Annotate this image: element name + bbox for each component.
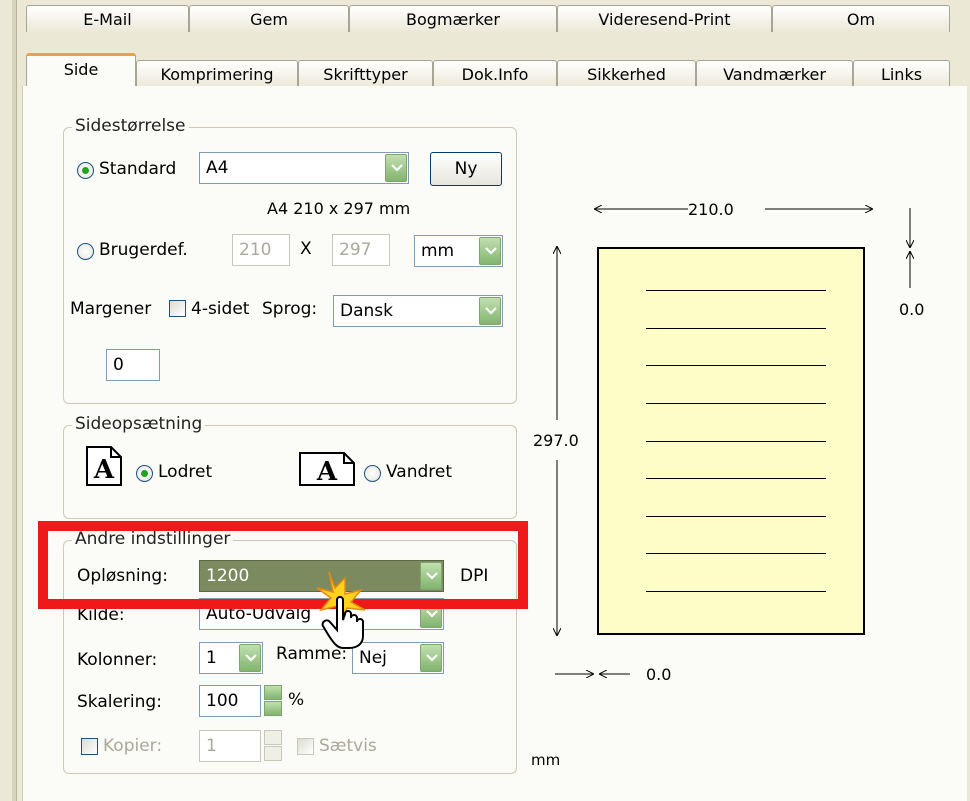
skalering-input[interactable]: 100 (199, 685, 261, 717)
radio-selected-dot (141, 470, 148, 477)
spin-up-button[interactable] (264, 730, 282, 745)
tab-om[interactable]: Om (772, 5, 950, 32)
svg-text:A: A (93, 455, 115, 485)
checkbox-saetvis[interactable] (297, 738, 314, 755)
skalering-spinner[interactable] (264, 685, 282, 717)
chevron-down-icon (391, 164, 403, 172)
top-margin-label: 0.0 (899, 300, 925, 319)
spin-down-button[interactable] (264, 701, 282, 716)
tab-videresend-print[interactable]: Videresend-Print (557, 5, 772, 32)
dropdown-button[interactable] (479, 237, 501, 265)
tab-gem[interactable]: Gem (189, 5, 349, 32)
sprog-label: Sprog: (262, 299, 318, 319)
page-height-label: 297.0 (533, 431, 579, 450)
highlight-box (38, 521, 528, 609)
unit-select[interactable]: mm (414, 235, 503, 267)
kopier-spinner[interactable] (264, 730, 282, 762)
page-width-label: 210.0 (688, 200, 734, 219)
4-sidet-label: 4-sidet (191, 299, 250, 319)
unit-value: mm (421, 241, 455, 261)
text-line (646, 478, 826, 479)
tab-side[interactable]: Side (26, 53, 136, 86)
ny-button[interactable]: Ny (430, 152, 502, 186)
hand-cursor-icon (316, 571, 366, 649)
chevron-down-icon (245, 654, 257, 662)
tab-sikkerhed[interactable]: Sikkerhed (557, 60, 696, 87)
margener-label: Margener (70, 299, 152, 319)
chevron-down-icon (426, 654, 438, 662)
kolonner-select[interactable]: 1 (199, 642, 263, 674)
vandret-label: Vandret (386, 462, 453, 482)
dropdown-button[interactable] (479, 297, 501, 325)
landscape-page-icon: A (299, 452, 355, 487)
text-line (646, 290, 826, 291)
radio-lodret[interactable] (136, 465, 153, 482)
group-legend: Sideopsætning (72, 414, 206, 434)
custom-height-input[interactable]: 297 (332, 234, 390, 266)
radio-standard[interactable] (77, 162, 94, 179)
portrait-page-icon: A (86, 446, 122, 486)
text-line (646, 365, 826, 366)
dropdown-button[interactable] (420, 644, 442, 672)
saetvis-label: Sætvis (319, 736, 377, 756)
text-line (646, 403, 826, 404)
x-label: X (300, 239, 312, 259)
text-line (646, 516, 826, 517)
tab-email[interactable]: E-Mail (26, 5, 189, 32)
kolonner-label: Kolonner: (77, 650, 158, 670)
tab-dok-info[interactable]: Dok.Info (433, 60, 557, 87)
radio-selected-dot (82, 167, 89, 174)
dropdown-button[interactable] (385, 154, 407, 182)
chevron-down-icon (426, 610, 438, 618)
radio-vandret[interactable] (364, 465, 381, 482)
tab-skrifttyper[interactable]: Skrifttyper (298, 60, 433, 87)
lodret-label: Lodret (158, 462, 213, 482)
sprog-select[interactable]: Dansk (333, 295, 503, 327)
kolonner-value: 1 (206, 648, 217, 668)
page-preview (597, 247, 865, 635)
custom-width-input[interactable]: 210 (232, 234, 290, 266)
group-legend: Sidestørrelse (72, 116, 189, 136)
text-line (646, 441, 826, 442)
skalering-label: Skalering: (77, 692, 162, 712)
chevron-down-icon (485, 247, 497, 255)
brugerdef-label: Brugerdef. (99, 240, 188, 260)
kopier-label: Kopier: (103, 736, 163, 756)
text-line (646, 553, 826, 554)
window-left-frame (12, 0, 17, 801)
percent-label: % (288, 690, 305, 710)
kopier-input[interactable]: 1 (199, 730, 261, 762)
dropdown-button[interactable] (239, 644, 261, 672)
text-line (646, 591, 826, 592)
chevron-down-icon (485, 307, 497, 315)
tab-komprimering[interactable]: Komprimering (136, 60, 298, 87)
unit-label: mm (531, 751, 561, 769)
sprog-value: Dansk (340, 301, 393, 321)
left-margin-label: 0.0 (646, 665, 672, 684)
tab-bogmaerker[interactable]: Bogmærker (349, 5, 557, 32)
spin-up-button[interactable] (264, 685, 282, 700)
svg-text:A: A (316, 457, 338, 487)
tab-vandmaerker[interactable]: Vandmærker (696, 60, 853, 87)
text-line (646, 328, 826, 329)
standard-label: Standard (99, 159, 177, 179)
checkbox-4-sidet[interactable] (169, 300, 186, 317)
checkbox-kopier[interactable] (81, 738, 98, 755)
spin-down-button[interactable] (264, 746, 282, 761)
size-info-text: A4 210 x 297 mm (267, 199, 411, 218)
radio-brugerdef[interactable] (77, 243, 94, 260)
margin-input[interactable]: 0 (106, 349, 160, 381)
tab-links[interactable]: Links (853, 60, 950, 87)
standard-size-select[interactable]: A4 (199, 152, 409, 184)
standard-size-value: A4 (206, 158, 229, 178)
